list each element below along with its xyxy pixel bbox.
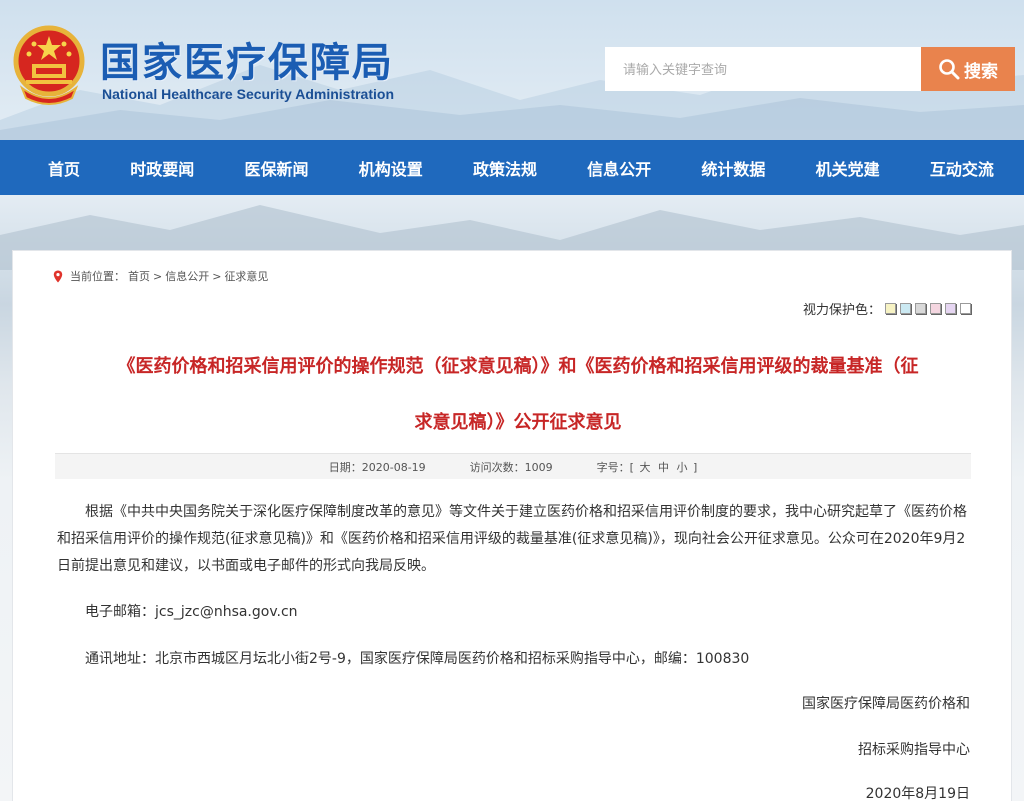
eye-protection-colors: 视力保护色： — [803, 299, 971, 318]
eye-protection-label: 视力保护色： — [802, 303, 881, 318]
breadcrumb-info-disclosure[interactable]: 信息公开 — [165, 268, 209, 284]
address-label: 通讯地址： — [85, 651, 155, 667]
nav-item-home[interactable]: 首页 — [48, 156, 80, 180]
nav-item-party-building[interactable]: 机关党建 — [816, 156, 880, 180]
nav-item-organization[interactable]: 机构设置 — [359, 156, 423, 180]
color-swatch-purple[interactable] — [945, 303, 956, 314]
address-value: 北京市西城区月坛北小街2号-9，国家医疗保障局医药价格和招标采购指导中心，邮编：… — [155, 651, 750, 667]
search-input[interactable] — [605, 47, 921, 91]
color-swatch-blue[interactable] — [900, 303, 911, 314]
article-title-line1: 《医药价格和招采信用评价的操作规范（征求意见稿）》和《医药价格和招采信用评级的裁… — [117, 356, 919, 377]
nav-item-current-affairs[interactable]: 时政要闻 — [130, 156, 194, 180]
national-emblem-icon — [13, 25, 85, 105]
search-button[interactable]: 搜索 — [921, 47, 1015, 91]
nav-item-statistics[interactable]: 统计数据 — [701, 156, 765, 180]
article-title-line2: 求意见稿）》公开征求意见 — [414, 412, 622, 433]
nav-item-healthcare-news[interactable]: 医保新闻 — [244, 156, 308, 180]
site-title-chinese: 国家医疗保障局 — [100, 39, 394, 86]
breadcrumb-separator: > — [212, 269, 222, 283]
email-line: 电子邮箱：jcs_jzc@nhsa.gov.cn — [85, 601, 298, 621]
font-size-small[interactable]: 小 — [676, 461, 687, 474]
magnifier-icon — [939, 59, 960, 80]
breadcrumb: 当前位置： 首页 > 信息公开 > 征求意见 — [53, 268, 268, 284]
breadcrumb-consultation[interactable]: 征求意见 — [224, 268, 268, 284]
site-header: 国家医疗保障局 National Healthcare Security Adm… — [0, 0, 1024, 140]
address-line: 通讯地址：北京市西城区月坛北小街2号-9，国家医疗保障局医药价格和招标采购指导中… — [85, 648, 749, 668]
article-body: 根据《中共中央国务院关于深化医疗保障制度改革的意见》等文件关于建立医药价格和招采… — [57, 504, 967, 574]
breadcrumb-prefix: 当前位置： — [70, 270, 125, 283]
breadcrumb-home[interactable]: 首页 — [128, 268, 150, 284]
email-address[interactable]: jcs_jzc@nhsa.gov.cn — [155, 604, 298, 620]
nav-item-policies[interactable]: 政策法规 — [473, 156, 537, 180]
site-title-english: National Healthcare Security Administrat… — [102, 86, 394, 102]
font-size-control: 字号：[ 大 中 小 ] — [596, 460, 698, 474]
color-swatch-yellow[interactable] — [885, 303, 896, 314]
search-button-label: 搜索 — [964, 61, 998, 82]
publish-date: 日期：2020-08-19 — [328, 460, 426, 474]
location-pin-icon — [53, 270, 63, 282]
color-swatch-white[interactable] — [960, 303, 971, 314]
signature-date: 2020年8月19日 — [865, 786, 970, 801]
color-swatch-gray[interactable] — [915, 303, 926, 314]
signature-org-line2: 招标采购指导中心 — [858, 742, 970, 758]
color-swatch-pink[interactable] — [930, 303, 941, 314]
article-meta: 日期：2020-08-19 访问次数：1009 字号：[ 大 中 小 ] — [55, 453, 971, 479]
font-size-medium[interactable]: 中 — [658, 461, 669, 474]
visit-count: 访问次数：1009 — [469, 460, 553, 474]
nav-item-info-disclosure[interactable]: 信息公开 — [587, 156, 651, 180]
signature-org-line1: 国家医疗保障局医药价格和 — [802, 696, 970, 712]
email-label: 电子邮箱： — [85, 604, 155, 620]
article-title: 《医药价格和招采信用评价的操作规范（征求意见稿）》和《医药价格和招采信用评级的裁… — [63, 339, 973, 451]
article-card: 当前位置： 首页 > 信息公开 > 征求意见 视力保护色： 《医药价格和招采信用… — [12, 250, 1012, 801]
font-size-large[interactable]: 大 — [639, 461, 650, 474]
breadcrumb-separator: > — [153, 269, 163, 283]
nav-item-interaction[interactable]: 互动交流 — [930, 156, 994, 180]
search-box: 搜索 — [605, 47, 1015, 91]
main-nav: 首页 时政要闻 医保新闻 机构设置 政策法规 信息公开 统计数据 机关党建 互动… — [0, 140, 1024, 195]
